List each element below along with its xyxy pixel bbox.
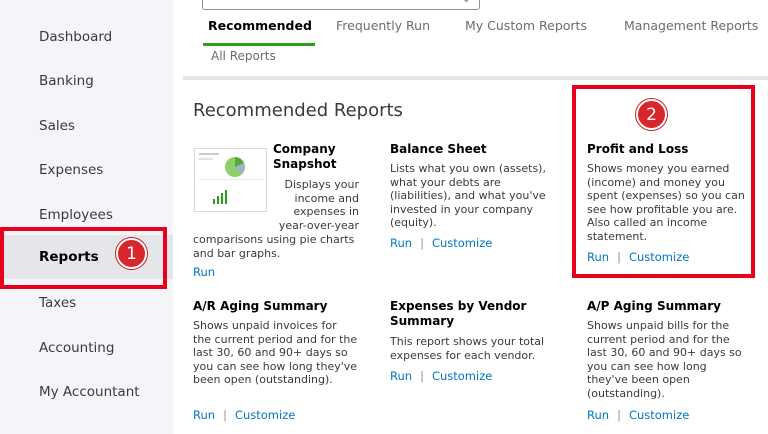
step-badge-1: 1 [116, 238, 147, 269]
sidebar-item-banking[interactable]: Banking [0, 59, 173, 103]
ap-aging-description: Shows unpaid bills for the current perio… [587, 319, 742, 400]
ar-aging-description: Shows unpaid invoices for the current pe… [193, 319, 358, 386]
balance-sheet-title[interactable]: Balance Sheet [390, 142, 487, 157]
sidebar-item-accounting[interactable]: Accounting [0, 326, 173, 370]
tab-recommended[interactable]: Recommended [208, 18, 312, 33]
balance-sheet-actions: Run | Customize [390, 236, 493, 250]
expenses-vendor-actions: Run | Customize [390, 369, 493, 383]
company-snapshot-title: Company Snapshot [273, 142, 337, 171]
company-snapshot-run-link[interactable]: Run [193, 265, 215, 279]
ap-aging-title[interactable]: A/P Aging Summary [587, 299, 721, 314]
balance-sheet-description: Lists what you own (assets), what your d… [390, 162, 546, 229]
sidebar-item-dashboard[interactable]: Dashboard [0, 15, 173, 59]
ar-aging-actions: Run | Customize [193, 408, 296, 422]
company-snapshot-actions: Run [193, 265, 215, 279]
sidebar-item-expenses[interactable]: Expenses [0, 148, 173, 192]
tab-all-reports[interactable]: All Reports [211, 49, 276, 63]
section-title: Recommended Reports [193, 100, 403, 121]
expenses-vendor-run-link[interactable]: Run [390, 369, 412, 383]
ar-aging-run-link[interactable]: Run [193, 408, 215, 422]
active-tab-indicator [203, 43, 315, 46]
tab-my-custom-reports[interactable]: My Custom Reports [465, 18, 587, 33]
balance-sheet-customize-link[interactable]: Customize [432, 236, 492, 250]
ar-aging-title[interactable]: A/R Aging Summary [193, 299, 327, 314]
ap-aging-actions: Run | Customize [587, 408, 690, 422]
tab-management-reports[interactable]: Management Reports [624, 18, 758, 33]
step-badge-2: 2 [636, 99, 667, 130]
report-search-input[interactable]: ⌄ [202, 0, 480, 10]
company-snapshot-description-top: Displays your income and expenses in yea… [278, 178, 359, 232]
ap-aging-run-link[interactable]: Run [587, 408, 609, 422]
ap-aging-customize-link[interactable]: Customize [629, 408, 689, 422]
balance-sheet-run-link[interactable]: Run [390, 236, 412, 250]
expenses-vendor-description: This report shows your total expenses fo… [390, 335, 545, 362]
sidebar-item-my-accountant[interactable]: My Accountant [0, 370, 173, 414]
chevron-down-icon: ⌄ [462, 0, 471, 5]
ar-aging-customize-link[interactable]: Customize [235, 408, 295, 422]
expenses-vendor-title[interactable]: Expenses by Vendor Summary [390, 299, 550, 329]
company-snapshot-description-bottom: comparisons using pie charts and bar gra… [193, 233, 355, 260]
tab-frequently-run[interactable]: Frequently Run [336, 18, 430, 33]
expenses-vendor-customize-link[interactable]: Customize [432, 369, 492, 383]
sidebar-item-sales[interactable]: Sales [0, 104, 173, 148]
tab-divider [183, 76, 768, 80]
company-snapshot-thumbnail [194, 148, 267, 212]
snapshot-preview-icon [199, 153, 263, 204]
sidebar: Dashboard Banking Sales Expenses Employe… [0, 0, 173, 434]
